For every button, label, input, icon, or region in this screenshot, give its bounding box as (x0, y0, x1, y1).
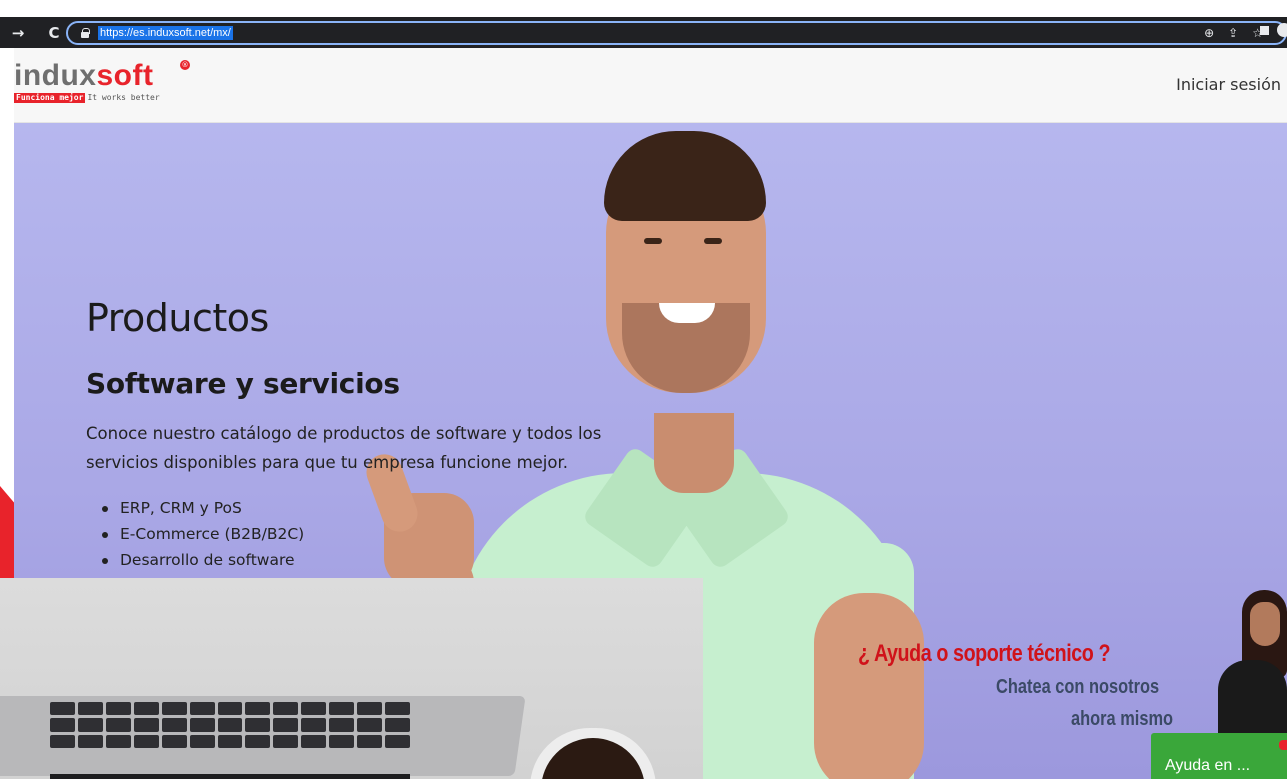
top-spacer (0, 0, 1287, 17)
support-agent-avatar[interactable] (1218, 660, 1287, 740)
login-link[interactable]: Iniciar sesión (1176, 75, 1281, 94)
chat-help-button[interactable]: Ayuda en ... (1151, 733, 1287, 779)
hero-man-eye (644, 238, 662, 244)
page-title: Productos (86, 296, 269, 340)
browser-toolbar: → C https://es.induxsoft.net/mx/ ⊕ ⇪ ☆ (0, 17, 1287, 48)
extension-area (1260, 23, 1287, 37)
support-agent-face (1250, 602, 1280, 646)
list-item: Desarrollo de software (94, 547, 304, 573)
logo-part-soft: soft (96, 59, 154, 92)
address-bar[interactable]: https://es.induxsoft.net/mx/ ⊕ ⇪ ☆ (66, 21, 1287, 45)
hero-man-eye (704, 238, 722, 244)
product-list: ERP, CRM y PoS E-Commerce (B2B/B2C) Desa… (94, 495, 304, 573)
zoom-icon[interactable]: ⊕ (1204, 26, 1214, 40)
share-icon[interactable]: ⇪ (1228, 26, 1238, 40)
omnibox-actions: ⊕ ⇪ ☆ (1204, 26, 1263, 40)
hero-man-arm (814, 593, 924, 779)
tagline-rest: It works better (87, 93, 160, 102)
hero-description: Conoce nuestro catálogo de productos de … (86, 424, 602, 472)
laptop-photo (0, 578, 703, 779)
chat-badge (1279, 740, 1287, 750)
support-line-1[interactable]: Chatea con nosotros (996, 676, 1159, 699)
laptop-keyboard (50, 702, 410, 748)
registered-mark-icon: ® (180, 60, 190, 70)
arrow-right-icon[interactable]: → (6, 24, 30, 42)
side-tab[interactable] (0, 486, 14, 578)
site-header: induxsoft ® Funciona mejor It works bett… (14, 48, 1287, 123)
logo-wordmark: induxsoft (14, 59, 160, 92)
reload-icon[interactable]: C (42, 24, 66, 42)
laptop-screen-edge (50, 774, 410, 779)
list-item: ERP, CRM y PoS (94, 495, 304, 521)
hero-man-neck (654, 413, 734, 493)
url-text[interactable]: https://es.induxsoft.net/mx/ (98, 26, 233, 40)
page-subtitle: Software y servicios (86, 367, 400, 400)
profile-avatar-icon[interactable] (1277, 23, 1287, 37)
lock-icon[interactable] (80, 28, 90, 38)
support-title[interactable]: ¿ Ayuda o soporte técnico ? (858, 640, 1110, 668)
logo-tagline: Funciona mejor It works better (14, 93, 160, 103)
logo-part-indux: indux (14, 59, 97, 92)
extension-square-icon[interactable] (1260, 25, 1269, 35)
support-line-2[interactable]: ahora mismo (1071, 708, 1173, 731)
hero-man-hair (604, 131, 766, 221)
induxsoft-logo[interactable]: induxsoft ® Funciona mejor It works bett… (14, 59, 190, 103)
list-item: E-Commerce (B2B/B2C) (94, 521, 304, 547)
tagline-highlight: Funciona mejor (14, 93, 86, 103)
